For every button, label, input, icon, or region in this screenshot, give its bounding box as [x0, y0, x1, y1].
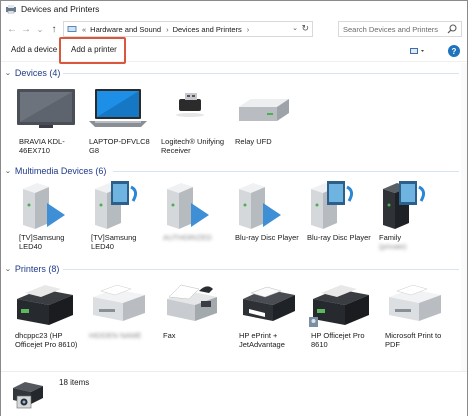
help-icon[interactable]: ? — [448, 45, 460, 57]
media-server-icon — [167, 183, 209, 229]
device-label: BRAVIA KDL-46EX710 — [19, 137, 65, 155]
add-printer-highlight — [59, 37, 126, 64]
media-server-icon — [239, 183, 281, 229]
breadcrumb-devices-and-printers[interactable]: Devices and Printers — [173, 25, 242, 34]
group-divider — [1, 67, 467, 79]
laptop-icon — [89, 89, 147, 127]
media-server-icon — [95, 181, 138, 229]
control-panel-icon — [67, 25, 77, 32]
device-label: HP ePrint + JetAdvantage — [239, 331, 285, 349]
forward-button[interactable]: → — [19, 22, 33, 36]
window-title: Devices and Printers — [21, 4, 100, 14]
group-header-devices[interactable]: ⌄ Devices (4) — [4, 67, 61, 79]
group-multimedia: ⌄ Multimedia Devices (6) [TV]Samsung LED… — [1, 165, 467, 263]
group-title: Printers (8) — [14, 264, 60, 274]
back-button[interactable]: ← — [5, 22, 19, 36]
address-dropdown-icon[interactable]: ⌄ — [292, 24, 298, 32]
device-label: HIDDEN NAME — [89, 331, 142, 340]
search-placeholder: Search Devices and Printers — [343, 24, 439, 34]
collapse-chevron-icon[interactable]: ⌄ — [4, 265, 11, 273]
device-sublabel: (private) — [379, 242, 407, 251]
address-bar[interactable]: « Hardware and Sound › Devices and Print… — [63, 21, 313, 37]
devices-content: ⌄ Devices (4) BRAVIA KDL-46EX710 LAPTOP-… — [1, 63, 467, 371]
refresh-icon[interactable]: ↻ — [301, 23, 309, 34]
item-count: 18 items — [59, 378, 90, 387]
group-devices: ⌄ Devices (4) BRAVIA KDL-46EX710 LAPTOP-… — [1, 67, 467, 165]
media-server-icon — [23, 183, 65, 229]
device-label: [TV]Samsung LED40 — [91, 233, 137, 251]
device-label: [TV]Samsung LED40 — [19, 233, 65, 251]
device-label: Relay UFD — [235, 137, 272, 146]
device-label-text: Family — [379, 233, 402, 242]
device-label: Fax — [163, 331, 176, 340]
up-button[interactable]: ↑ — [47, 22, 61, 36]
drive-icon — [239, 99, 289, 121]
title-bar: Devices and Printers — [1, 1, 467, 17]
device-label: dhcppc23 (HP Officejet Pro 8610) — [15, 331, 78, 349]
device-label: Blu-ray Disc Player — [235, 233, 299, 242]
fax-icon — [167, 284, 217, 321]
breadcrumb-separator[interactable]: › — [247, 25, 250, 34]
printer-icon — [17, 285, 73, 325]
view-options-icon[interactable] — [409, 46, 425, 56]
devices-and-printers-window: Devices and Printers ← → ⌄ ↑ « Hardware … — [0, 0, 468, 416]
recent-locations-button[interactable]: ⌄ — [33, 22, 47, 36]
group-header-printers[interactable]: ⌄ Printers (8) — [4, 263, 60, 275]
group-title: Multimedia Devices (6) — [14, 166, 107, 176]
group-header-multimedia[interactable]: ⌄ Multimedia Devices (6) — [4, 165, 107, 177]
vertical-scrollbar[interactable] — [461, 63, 467, 371]
group-divider — [1, 263, 467, 275]
device-label: LAPTOP-DFVLC8 G8 — [89, 137, 150, 155]
printer-icon — [93, 284, 145, 321]
device-label: Logitech® Unifying Receiver — [161, 137, 225, 155]
breadcrumb-hardware-and-sound[interactable]: Hardware and Sound — [90, 25, 161, 34]
search-icon[interactable] — [447, 24, 457, 34]
devices-printers-icon — [6, 5, 16, 14]
device-label: Microsoft Print to PDF — [385, 331, 442, 349]
collapse-chevron-icon[interactable]: ⌄ — [4, 69, 11, 77]
address-overflow[interactable]: « — [82, 25, 86, 34]
device-label: AUTHORIZED — [163, 233, 212, 242]
details-pane: 18 items — [1, 371, 467, 416]
printer-icon — [309, 285, 369, 327]
group-printers: ⌄ Printers (8) dhcppc23 (HP Officejet Pr… — [1, 263, 467, 369]
device-label: Blu-ray Disc Player — [307, 233, 371, 242]
camera-printer-icon — [13, 382, 43, 409]
address-bar-row: ← → ⌄ ↑ « Hardware and Sound › Devices a… — [1, 19, 467, 39]
printer-icon — [243, 286, 295, 321]
device-label: Family (private) — [379, 233, 447, 251]
group-title: Devices (4) — [14, 68, 61, 78]
usb-receiver-icon — [176, 93, 204, 117]
collapse-chevron-icon[interactable]: ⌄ — [4, 167, 11, 175]
tv-icon — [17, 89, 75, 128]
add-device-button[interactable]: Add a device — [11, 45, 57, 54]
printer-icon — [389, 284, 441, 321]
device-label: HP Officejet Pro 8610 — [311, 331, 365, 349]
breadcrumb-separator[interactable]: › — [166, 25, 169, 34]
search-input[interactable]: Search Devices and Printers — [338, 21, 462, 37]
media-server-icon — [383, 181, 426, 229]
media-server-icon — [311, 181, 354, 229]
